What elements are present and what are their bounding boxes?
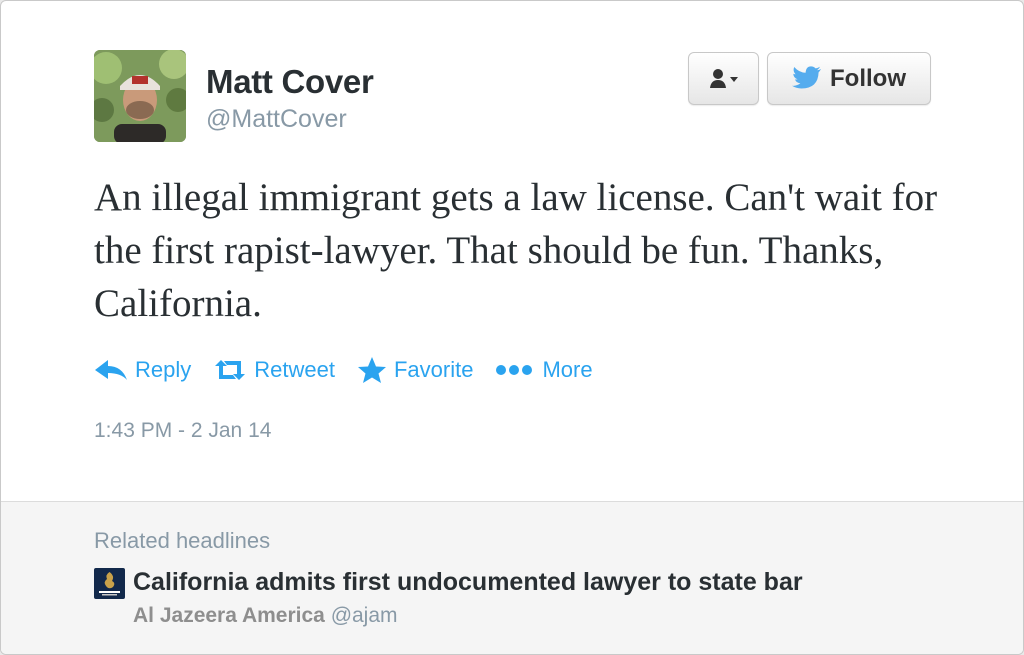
more-label: More [542,357,593,382]
star-icon [357,357,386,383]
user-dropdown-icon [709,68,738,88]
avatar[interactable] [94,50,186,142]
related-headlines-section: Related headlines California admits firs… [1,501,1023,654]
tweet-card: Matt Cover @MattCover Follow An illegal … [0,0,1024,655]
user-handle[interactable]: @MattCover [206,105,347,134]
source-name[interactable]: Al Jazeera America [133,604,325,627]
tweet-timestamp[interactable]: 1:43 PM - 2 Jan 14 [94,419,271,443]
user-actions-button[interactable] [688,52,759,105]
favorite-button[interactable]: Favorite [357,356,473,384]
related-headlines-title: Related headlines [94,528,271,553]
tweet-actions: Reply Retweet Favorite More [94,356,615,384]
reply-label: Reply [135,357,192,382]
reply-arrow-icon [95,360,127,380]
retweet-button[interactable]: Retweet [213,357,335,383]
display-name[interactable]: Matt Cover [206,63,374,101]
al-jazeera-logo-icon [94,568,125,599]
headline-source: Al Jazeera America @ajam [133,604,398,628]
retweet-label: Retweet [254,357,335,382]
avatar-photo [94,50,186,142]
tweet-text: An illegal immigrant gets a law license.… [94,176,938,325]
related-headline-link[interactable]: California admits first undocumented law… [133,568,803,597]
favorite-label: Favorite [393,357,474,382]
dots-icon [496,365,533,375]
retweet-icon [215,360,246,380]
source-handle[interactable]: @ajam [331,604,398,627]
follow-button[interactable]: Follow [767,52,931,105]
reply-button[interactable]: Reply [94,357,191,383]
follow-label: Follow [830,64,906,92]
twitter-bird-icon [792,65,821,88]
more-button[interactable]: More [495,357,593,383]
